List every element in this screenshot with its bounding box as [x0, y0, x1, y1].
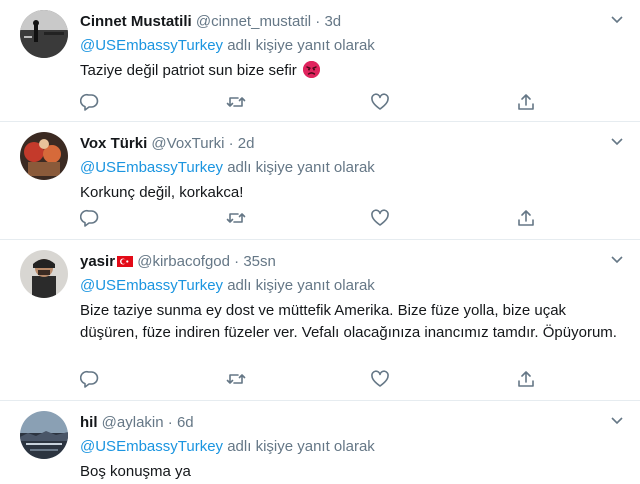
tweet-text: Boş konuşma ya: [80, 463, 191, 480]
reply-context: @USEmbassyTurkey adlı kişiye yanıt olara…: [80, 158, 620, 178]
like-icon[interactable]: [370, 208, 390, 228]
chevron-down-icon[interactable]: [610, 413, 624, 431]
like-icon[interactable]: [370, 92, 390, 112]
display-name[interactable]: Cinnet Mustatili: [80, 13, 192, 30]
chevron-down-icon[interactable]: [610, 252, 624, 270]
timestamp[interactable]: 35sn: [243, 253, 276, 270]
turkey-flag-emoji: [117, 256, 134, 267]
tweet-header: hil @aylakin · 6d: [80, 413, 620, 433]
share-icon[interactable]: [516, 208, 536, 228]
retweet-icon[interactable]: [226, 208, 246, 228]
reply-suffix: adlı kişiye yanıt olarak: [223, 277, 375, 294]
share-icon[interactable]: [516, 369, 536, 389]
tweet-text: Bize taziye sunma ey dost ve müttefik Am…: [80, 302, 617, 341]
reply-mention-link[interactable]: @USEmbassyTurkey: [80, 159, 223, 176]
tweet-text: Korkunç değil, korkakca!: [80, 184, 244, 201]
display-name[interactable]: yasir: [80, 253, 115, 270]
tweet-header: Vox Türki @VoxTurki · 2d: [80, 134, 620, 154]
retweet-icon[interactable]: [226, 92, 246, 112]
reply-context: @USEmbassyTurkey adlı kişiye yanıt olara…: [80, 276, 620, 296]
reply-suffix: adlı kişiye yanıt olarak: [223, 37, 375, 54]
like-icon[interactable]: [370, 369, 390, 389]
reply-icon[interactable]: [80, 369, 100, 389]
avatar[interactable]: [20, 250, 68, 298]
chevron-down-icon[interactable]: [610, 134, 624, 152]
separator-dot: ·: [228, 135, 234, 152]
timestamp[interactable]: 6d: [177, 414, 194, 431]
user-handle[interactable]: @cinnet_mustatil: [196, 13, 311, 30]
tweet-item[interactable]: Vox Türki @VoxTurki · 2d @USEmbassyTurke…: [0, 122, 640, 240]
avatar[interactable]: [20, 10, 68, 58]
chevron-down-icon[interactable]: [610, 12, 624, 30]
retweet-icon[interactable]: [226, 369, 246, 389]
avatar[interactable]: [20, 411, 68, 459]
tweet-header: Cinnet Mustatili @cinnet_mustatil · 3d: [80, 12, 620, 32]
tweet-actions: [80, 369, 540, 389]
tweet-item[interactable]: yasir @kirbacofgod · 35sn @USEmbassyTurk…: [0, 240, 640, 401]
tweet-actions: [80, 92, 540, 112]
user-handle[interactable]: @aylakin: [102, 414, 164, 431]
reply-suffix: adlı kişiye yanıt olarak: [223, 438, 375, 455]
avatar[interactable]: [20, 132, 68, 180]
reply-mention-link[interactable]: @USEmbassyTurkey: [80, 277, 223, 294]
reply-icon[interactable]: [80, 208, 100, 228]
timestamp[interactable]: 2d: [238, 135, 255, 152]
tweet-actions: [80, 208, 540, 228]
reply-context: @USEmbassyTurkey adlı kişiye yanıt olara…: [80, 36, 620, 56]
tweet-header: yasir @kirbacofgod · 35sn: [80, 252, 620, 272]
user-handle[interactable]: @kirbacofgod: [137, 253, 230, 270]
reply-suffix: adlı kişiye yanıt olarak: [223, 159, 375, 176]
separator-dot: ·: [234, 253, 240, 270]
angry-face-emoji: [302, 61, 320, 78]
user-handle[interactable]: @VoxTurki: [151, 135, 224, 152]
reply-mention-link[interactable]: @USEmbassyTurkey: [80, 37, 223, 54]
reply-mention-link[interactable]: @USEmbassyTurkey: [80, 438, 223, 455]
tweet-text-content: Taziye değil patriot sun bize sefir: [80, 62, 297, 79]
tweet-item[interactable]: Cinnet Mustatili @cinnet_mustatil · 3d @…: [0, 0, 640, 122]
reply-context: @USEmbassyTurkey adlı kişiye yanıt olara…: [80, 437, 620, 457]
share-icon[interactable]: [516, 92, 536, 112]
display-name[interactable]: Vox Türki: [80, 135, 147, 152]
tweet-item[interactable]: hil @aylakin · 6d @USEmbassyTurkey adlı …: [0, 401, 640, 484]
display-name[interactable]: hil: [80, 414, 98, 431]
timestamp[interactable]: 3d: [324, 13, 341, 30]
separator-dot: ·: [315, 13, 321, 30]
tweet-text: Taziye değil patriot sun bize sefir: [80, 60, 620, 82]
separator-dot: ·: [167, 414, 173, 431]
reply-icon[interactable]: [80, 92, 100, 112]
